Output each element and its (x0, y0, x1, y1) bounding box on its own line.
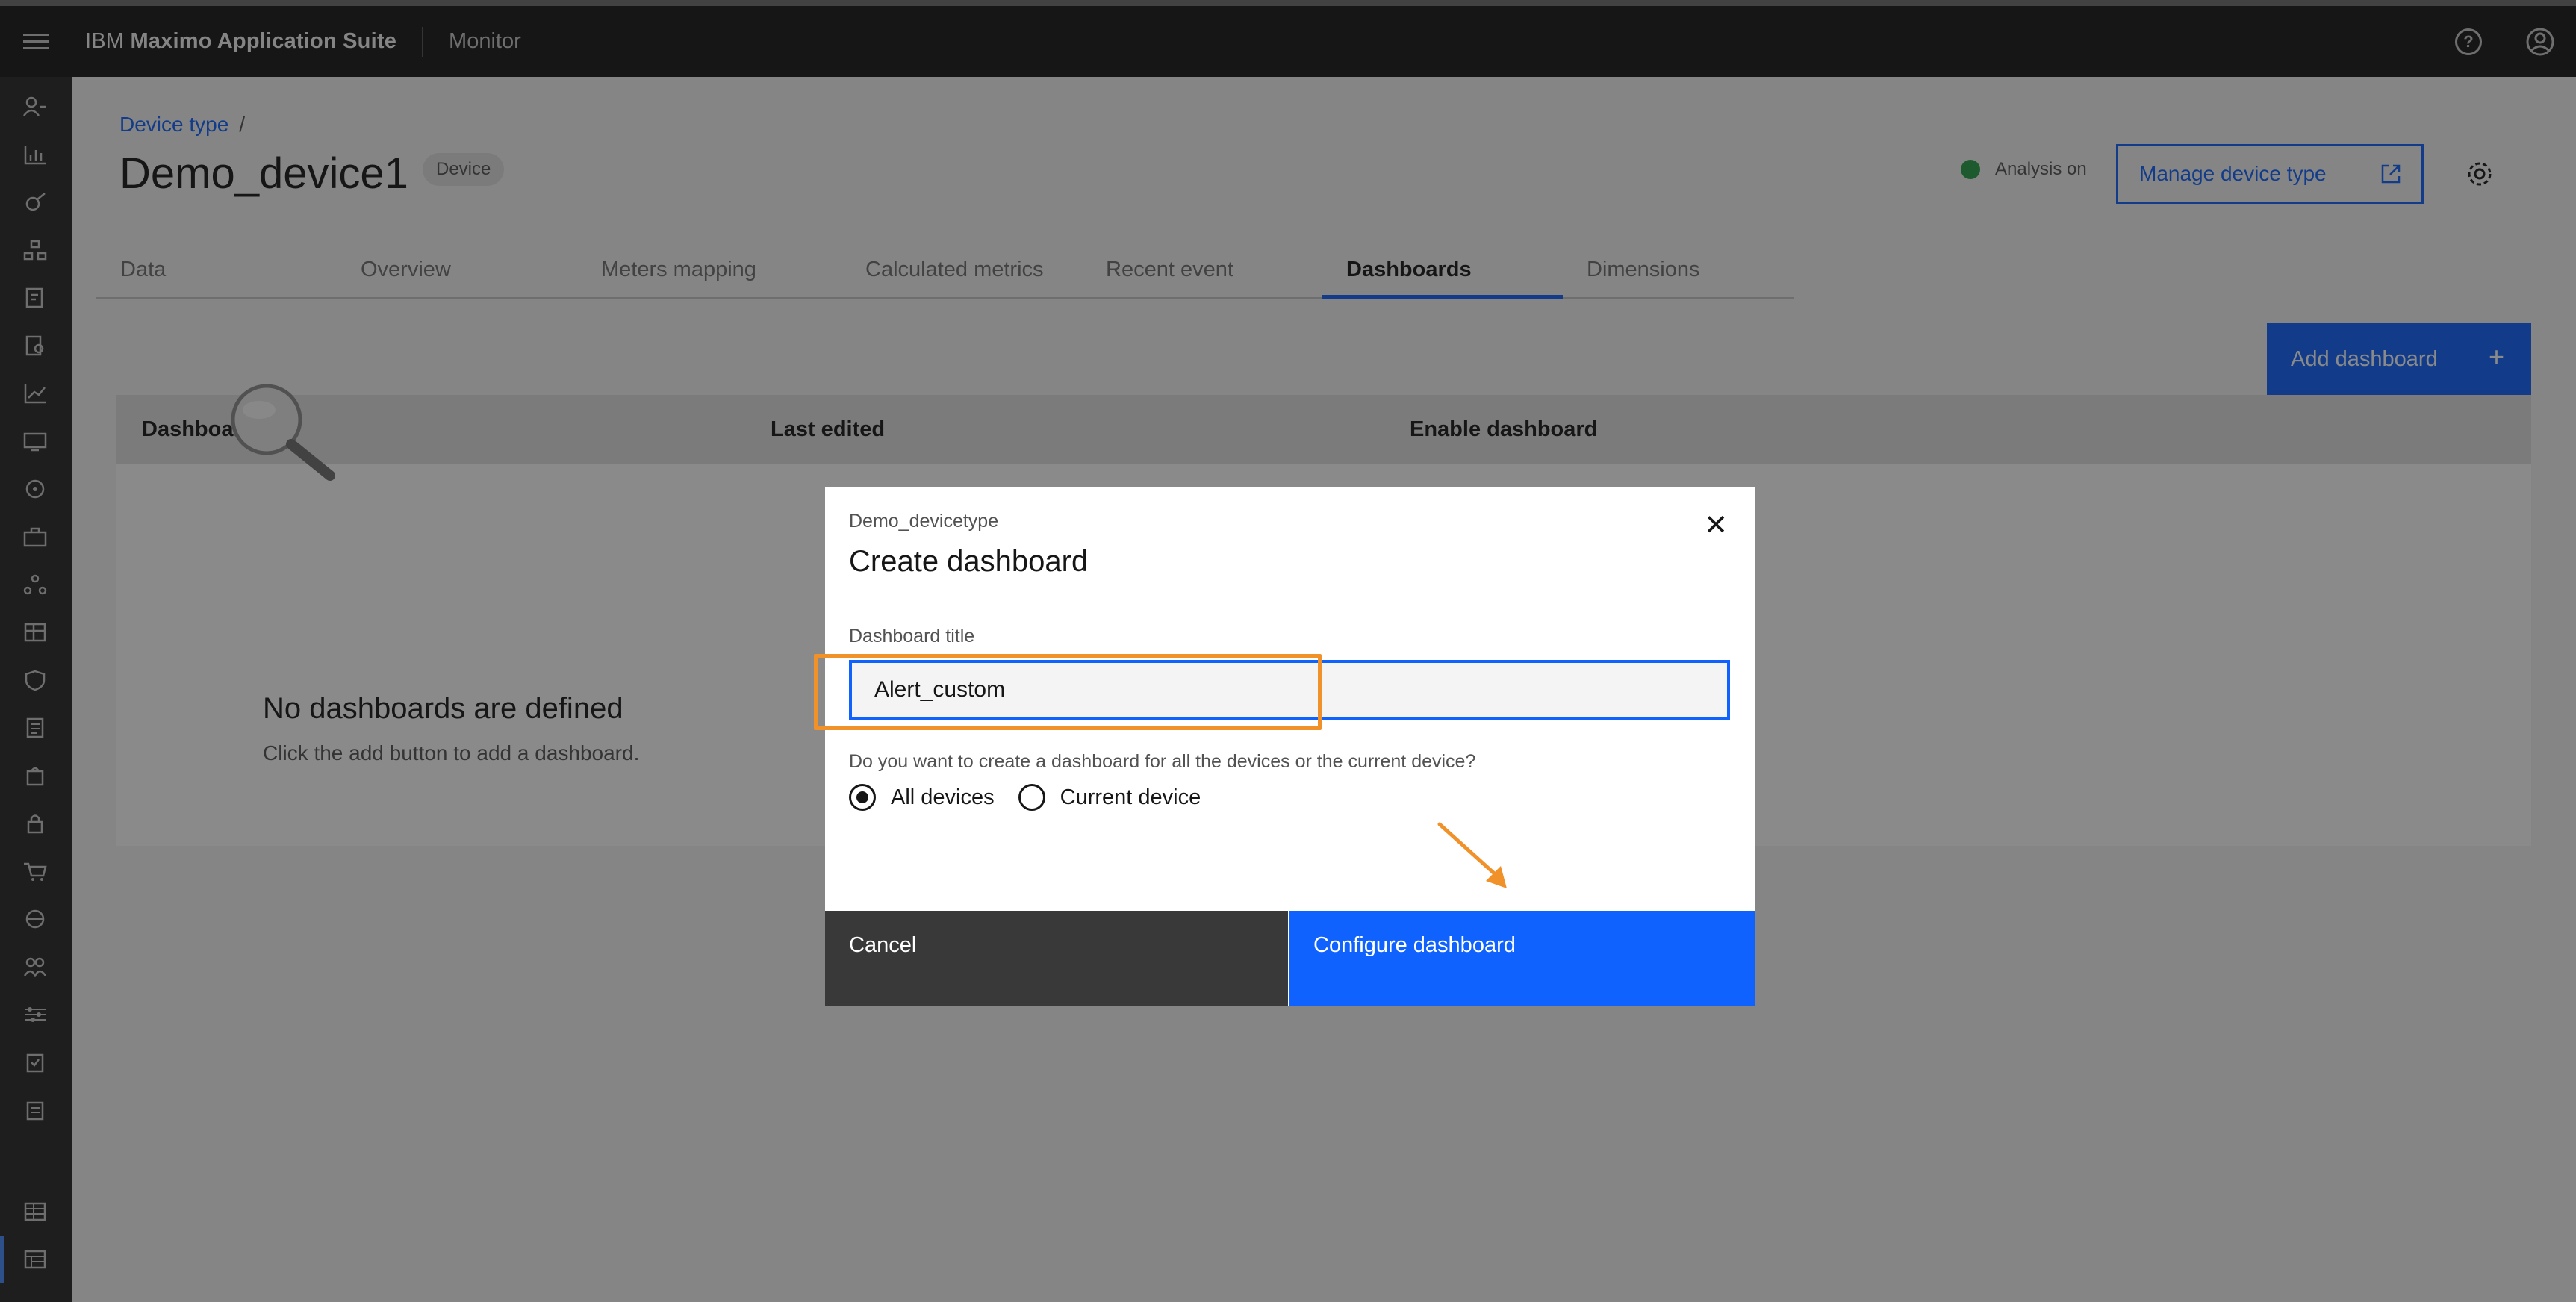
radio-current-device-label: Current device (1060, 785, 1201, 809)
cancel-button[interactable]: Cancel (825, 911, 1288, 1006)
modal-footer: Cancel Configure dashboard (825, 911, 1755, 1006)
radio-current-device[interactable]: Current device (1018, 784, 1201, 811)
close-icon[interactable]: ✕ (1701, 511, 1731, 541)
annotation-arrow-icon (1434, 820, 1516, 894)
radio-unchecked-icon (1018, 784, 1045, 811)
highlight-annotation-box (814, 654, 1322, 730)
device-scope-radio-group: All devices Current device (849, 784, 1225, 811)
modal-label: Demo_devicetype (849, 511, 999, 532)
radio-all-devices[interactable]: All devices (849, 784, 995, 811)
configure-dashboard-button[interactable]: Configure dashboard (1289, 911, 1755, 1006)
modal-heading: Create dashboard (849, 545, 1089, 578)
create-dashboard-modal: Demo_devicetype Create dashboard ✕ Dashb… (825, 487, 1755, 1006)
device-scope-question: Do you want to create a dashboard for al… (849, 751, 1476, 772)
radio-all-devices-label: All devices (891, 785, 995, 809)
dashboard-title-label: Dashboard title (849, 626, 975, 647)
radio-checked-icon (849, 784, 876, 811)
